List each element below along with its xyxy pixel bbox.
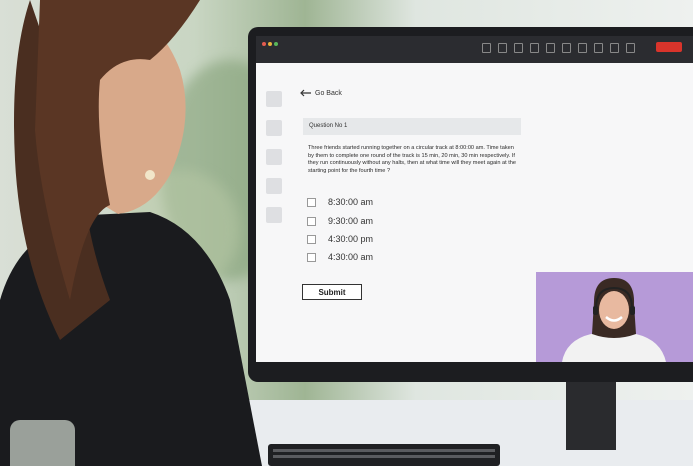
chair: [10, 420, 75, 466]
keyboard: [268, 444, 500, 466]
photo-scene: Go Back Question No 1 Three friends star…: [0, 0, 693, 466]
woman-figure: [0, 0, 262, 466]
